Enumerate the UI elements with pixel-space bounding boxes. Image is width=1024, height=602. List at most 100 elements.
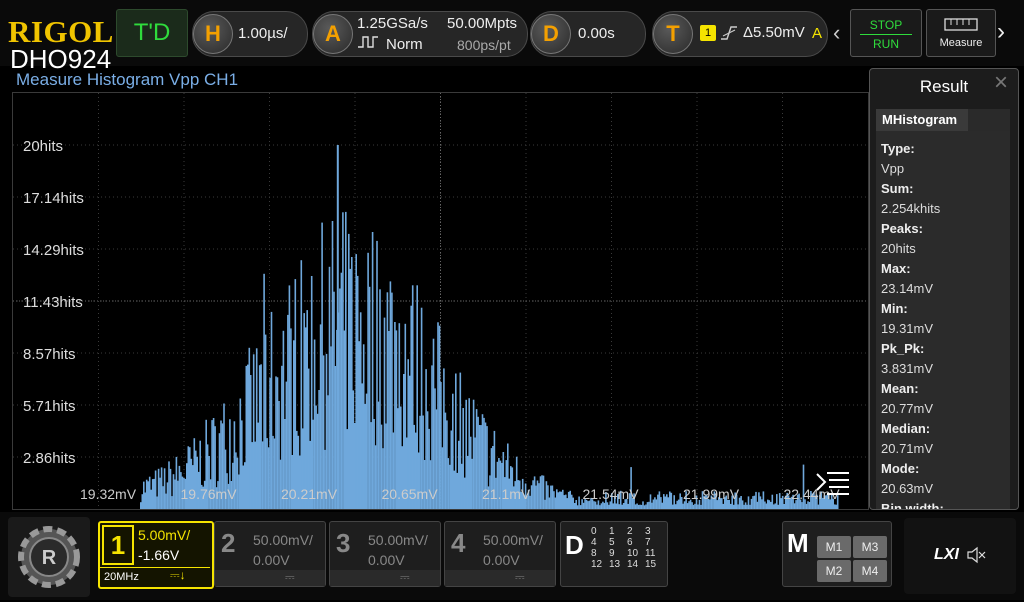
histogram-bar <box>722 503 725 509</box>
histogram-plot[interactable]: 20hits 17.14hits 14.29hits 11.43hits 8.57hit… <box>12 92 869 510</box>
histogram-bar <box>251 442 253 509</box>
math-m3-button[interactable]: M3 <box>853 536 887 558</box>
histogram-bar <box>468 398 470 509</box>
math-m2-button[interactable]: M2 <box>817 560 851 582</box>
histogram-bar <box>352 390 355 509</box>
histogram-bar <box>547 485 549 509</box>
histogram-bar <box>303 313 305 509</box>
histogram-bar <box>673 495 675 509</box>
histogram-bar <box>551 485 554 509</box>
digital-letter: D <box>565 530 584 560</box>
y-tick-label: 5.71hits <box>23 398 76 415</box>
histogram-bar <box>319 324 322 509</box>
stop-run-button[interactable]: STOP RUN <box>850 9 922 57</box>
histogram-bar <box>553 491 555 509</box>
speaker-mute-icon[interactable] <box>966 546 986 564</box>
histogram-bar <box>441 447 444 509</box>
histogram-bar <box>273 438 276 509</box>
histogram-bar <box>447 458 450 509</box>
histogram-bar <box>151 479 154 509</box>
histogram-bar <box>313 339 316 509</box>
histogram-bar <box>168 461 170 509</box>
histogram-bar <box>801 502 803 509</box>
histogram-bar <box>391 292 393 509</box>
histogram-bar <box>652 499 655 509</box>
channel-3-box[interactable]: 3 50.00mV/ 0.00V ⎓ <box>329 521 441 587</box>
math-m1-button[interactable]: M1 <box>817 536 851 558</box>
histogram-bar <box>783 504 785 509</box>
histogram-bar <box>452 393 454 509</box>
histogram-bar <box>140 502 142 509</box>
menu-icon[interactable] <box>815 468 851 501</box>
histogram-bar <box>550 485 552 509</box>
histogram-bar <box>264 334 267 509</box>
channel-4-box[interactable]: 4 50.00mV/ 0.00V ⎓ <box>444 521 556 587</box>
histogram-bar <box>582 502 585 509</box>
histogram-bar <box>450 430 453 509</box>
histogram-bar <box>654 497 656 509</box>
digital-channels-box[interactable]: D 0123 4567 8 9 10 11 12 13 14 15 <box>560 521 668 587</box>
histogram-bar <box>446 420 448 509</box>
result-key: Mode: <box>881 461 920 476</box>
histogram-bar <box>478 425 481 509</box>
histogram-bar <box>169 468 172 509</box>
histogram-bars <box>140 145 839 510</box>
histogram-bar <box>532 480 534 509</box>
histogram-bar <box>744 502 747 509</box>
channel-2-box[interactable]: 2 50.00mV/ 0.00V ⎓ <box>214 521 326 587</box>
histogram-bar <box>340 272 343 509</box>
acq-waveform-icon <box>358 36 378 48</box>
histogram-bar <box>270 311 273 509</box>
histogram-bar <box>700 504 702 509</box>
histogram-peak-bar <box>336 145 339 509</box>
histogram-bar <box>245 365 248 509</box>
measure-button[interactable]: Measure <box>926 9 996 57</box>
histogram-bar <box>469 436 472 509</box>
histogram-bar <box>342 212 344 510</box>
histogram-bar <box>257 422 259 509</box>
histogram-bar <box>345 211 347 509</box>
histogram-bar <box>465 399 467 509</box>
channel-1-box[interactable]: 1 5.00mV/ -1.66V 20MHz ⎓↓ <box>98 521 214 589</box>
close-icon[interactable]: × <box>994 69 1008 97</box>
histogram-bar <box>544 499 546 509</box>
result-panel: Result × MHistogram Type: Vpp Sum: 2.254… <box>869 68 1019 510</box>
dc-coupling-icon: ⎓ <box>515 570 525 584</box>
histogram-bar <box>747 496 750 509</box>
histogram-bar <box>740 496 742 509</box>
histogram-bar <box>348 233 350 509</box>
histogram-bar <box>777 504 779 509</box>
result-key: Max: <box>881 261 911 276</box>
result-key: Pk_Pk: <box>881 341 925 356</box>
histogram-bar <box>310 276 313 509</box>
math-box[interactable]: M M1 M3 M2 M4 <box>782 521 892 587</box>
y-tick-label: 17.14hits <box>23 190 84 207</box>
histogram-bar <box>599 505 601 509</box>
trigger-status[interactable]: T'D <box>116 9 188 57</box>
histogram-bar <box>741 500 744 509</box>
histogram-bar <box>573 503 576 509</box>
histogram-bar <box>576 505 579 509</box>
math-m4-button[interactable]: M4 <box>853 560 887 582</box>
histogram-bar <box>677 499 680 509</box>
histogram-bar <box>304 327 307 509</box>
histogram-bar <box>365 393 368 509</box>
histogram-bar <box>143 481 145 509</box>
histogram-bar <box>833 504 836 509</box>
math-letter: M <box>787 528 809 558</box>
chevron-right-icon[interactable]: › <box>997 18 1005 46</box>
histogram-bar <box>773 504 775 509</box>
histogram-bar <box>171 496 173 509</box>
histogram-bar <box>351 257 353 509</box>
histogram-bar <box>294 279 297 509</box>
tab-mhistogram[interactable]: MHistogram <box>876 109 968 131</box>
delay-value: 0.00s <box>578 25 615 42</box>
histogram-bar <box>153 478 155 509</box>
home-button[interactable]: R <box>8 517 90 597</box>
histogram-bar <box>383 317 386 509</box>
dc-coupling-icon: ⎓↓ <box>170 568 186 582</box>
chevron-left-icon[interactable]: ‹ <box>833 20 840 46</box>
histogram-bar <box>263 273 265 509</box>
histogram-bar <box>645 504 647 509</box>
histogram-bar <box>368 286 371 509</box>
